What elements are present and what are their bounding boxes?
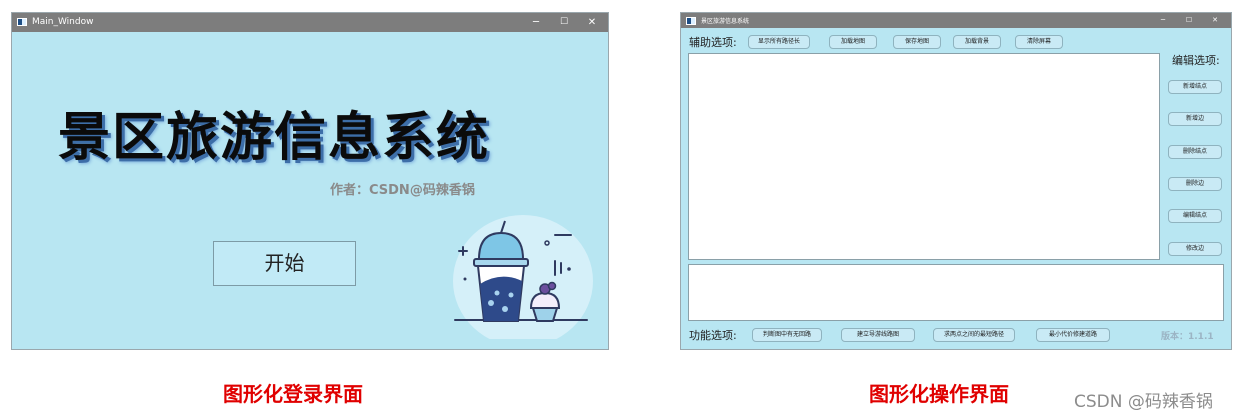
add-edge-button[interactable]: 新增边 xyxy=(1168,112,1222,126)
save-map-button[interactable]: 保存地图 xyxy=(893,35,941,49)
main-window-title: 景区旅游信息系统 xyxy=(701,18,750,25)
modify-edge-button[interactable]: 修改边 xyxy=(1168,242,1222,256)
close-icon[interactable]: ✕ xyxy=(1203,13,1227,28)
app-icon xyxy=(17,18,27,26)
map-canvas[interactable] xyxy=(688,53,1160,260)
main-titlebar[interactable]: 景区旅游信息系统 ─ ☐ ✕ xyxy=(681,13,1231,28)
author-label: 作者：CSDN@码辣香锅 xyxy=(330,183,475,198)
add-node-button[interactable]: 新增结点 xyxy=(1168,80,1222,94)
app-icon xyxy=(686,17,696,25)
delete-edge-button[interactable]: 删除边 xyxy=(1168,177,1222,191)
edit-options-label: 编辑选项: xyxy=(1172,54,1220,67)
load-background-button[interactable]: 加载背景 xyxy=(953,35,1001,49)
version-label: 版本：1.1.1 xyxy=(1161,332,1214,342)
close-icon[interactable]: ✕ xyxy=(580,15,604,30)
maximize-icon[interactable]: ☐ xyxy=(1177,13,1201,28)
show-path-lengths-button[interactable]: 显示所有路径长 xyxy=(748,35,810,49)
minimize-icon[interactable]: ─ xyxy=(524,15,548,30)
csdn-watermark: CSDN @码辣香锅 xyxy=(1074,392,1213,412)
load-map-button[interactable]: 加载地图 xyxy=(829,35,877,49)
login-titlebar[interactable]: Main_Window ─ ☐ ✕ xyxy=(12,13,608,32)
start-button[interactable]: 开始 xyxy=(213,241,356,286)
min-cost-road-button[interactable]: 最小代价修建道路 xyxy=(1036,328,1110,342)
shortest-path-button[interactable]: 求两点之间的最短路径 xyxy=(933,328,1015,342)
login-window-title: Main_Window xyxy=(32,17,94,27)
output-text-area[interactable] xyxy=(688,264,1224,321)
login-caption: 图形化登录界面 xyxy=(223,382,363,406)
maximize-icon[interactable]: ☐ xyxy=(552,15,576,30)
delete-node-button[interactable]: 删除结点 xyxy=(1168,145,1222,159)
build-tour-route-button[interactable]: 建立导游线路图 xyxy=(841,328,915,342)
aux-options-label: 辅助选项: xyxy=(689,36,737,49)
detect-cycle-button[interactable]: 判断图中有无回路 xyxy=(752,328,822,342)
edit-node-button[interactable]: 编辑结点 xyxy=(1168,209,1222,223)
minimize-icon[interactable]: ─ xyxy=(1151,13,1175,28)
system-title: 景区旅游信息系统 xyxy=(58,108,491,168)
bubble-tea-illustration-icon xyxy=(453,215,593,339)
main-caption: 图形化操作界面 xyxy=(869,382,1009,406)
login-window: Main_Window ─ ☐ ✕ 景区旅游信息系统 作者：CSDN@码辣香锅 … xyxy=(11,12,609,350)
clear-screen-button[interactable]: 清除屏幕 xyxy=(1015,35,1063,49)
function-options-label: 功能选项: xyxy=(689,329,737,342)
main-window: 景区旅游信息系统 ─ ☐ ✕ 辅助选项: 显示所有路径长 加载地图 保存地图 加… xyxy=(680,12,1232,350)
